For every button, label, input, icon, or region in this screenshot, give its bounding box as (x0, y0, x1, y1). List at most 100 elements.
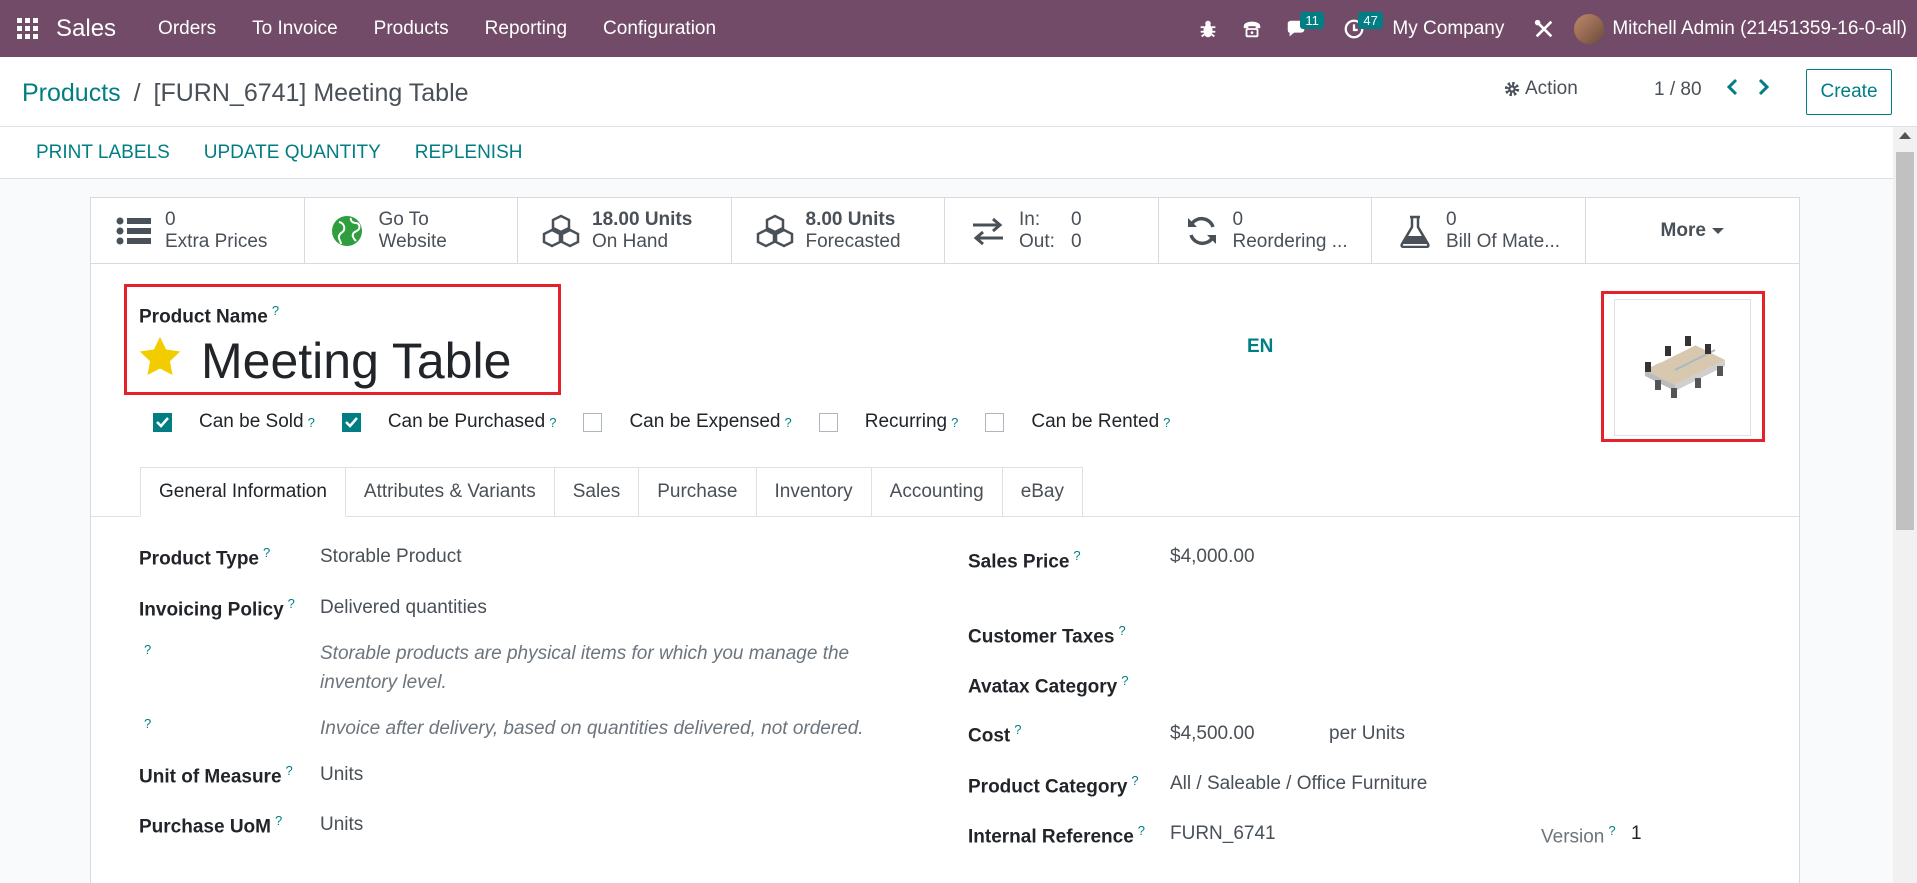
user-avatar[interactable] (1574, 13, 1605, 44)
help-tooltip-icon[interactable]: ? (1014, 722, 1021, 737)
can-be-expensed-checkbox[interactable] (583, 412, 603, 432)
pager-next-icon[interactable] (1752, 75, 1776, 99)
sales-price-label-text: Sales Price (968, 551, 1070, 573)
help-tooltip-icon[interactable]: ? (785, 415, 792, 430)
bill-of-materials-button[interactable]: 0 Bill Of Mate... (1372, 198, 1586, 264)
company-switcher[interactable]: My Company (1392, 18, 1504, 40)
help-tooltip-icon[interactable]: ? (288, 596, 295, 611)
menu-configuration[interactable]: Configuration (585, 18, 734, 40)
tab-general-information[interactable]: General Information (140, 467, 346, 517)
tab-purchase[interactable]: Purchase (639, 467, 757, 517)
can-be-purchased-checkbox[interactable] (341, 412, 361, 432)
help-tooltip-icon[interactable]: ? (144, 642, 151, 657)
forecasted-button[interactable]: 8.00 Units Forecasted (732, 198, 945, 264)
can-be-expensed-option[interactable]: Can be Expensed? (583, 411, 792, 433)
help-tooltip-icon[interactable]: ? (951, 415, 958, 430)
update-quantity-button[interactable]: UPDATE QUANTITY (187, 142, 398, 164)
customer-taxes-label-text: Customer Taxes (968, 626, 1115, 648)
help-tooltip-icon[interactable]: ? (308, 415, 315, 430)
breadcrumb-current: [FURN_6741] Meeting Table (153, 79, 469, 107)
pager-value[interactable]: 1 / 80 (1654, 79, 1702, 101)
phone-icon[interactable] (1230, 0, 1274, 57)
internal-reference-field[interactable]: FURN_6741 (1170, 823, 1276, 845)
recurring-checkbox[interactable] (818, 412, 838, 432)
sales-price-field[interactable]: $4,000.00 (1170, 546, 1255, 568)
tab-inventory[interactable]: Inventory (756, 467, 872, 517)
help-tooltip-icon[interactable]: ? (286, 763, 293, 778)
extra-prices-label: Extra Prices (165, 231, 268, 252)
on-hand-button[interactable]: 18.00 Units On Hand (518, 198, 732, 264)
form-sheet: 0 Extra Prices Go To Website 18.00 Units On… (90, 197, 1800, 883)
unit-of-measure-field[interactable]: Units (320, 764, 363, 786)
product-category-field[interactable]: All / Saleable / Office Furniture (1170, 773, 1427, 795)
help-tooltip-icon[interactable]: ? (1131, 773, 1138, 788)
messages-icon[interactable]: 11 (1274, 0, 1324, 57)
can-be-sold-option[interactable]: Can be Sold? (153, 411, 315, 433)
product-name-label-text: Product Name (139, 306, 268, 328)
menu-products[interactable]: Products (356, 18, 467, 40)
language-toggle[interactable]: EN (1247, 336, 1273, 358)
pager-previous-icon[interactable] (1720, 75, 1744, 99)
menu-to-invoice[interactable]: To Invoice (234, 18, 356, 40)
help-tooltip-icon[interactable]: ? (144, 716, 151, 731)
replenish-button[interactable]: REPLENISH (398, 142, 540, 164)
tab-accounting[interactable]: Accounting (871, 467, 1003, 517)
help-tooltip-icon[interactable]: ? (275, 813, 282, 828)
favorite-star-icon[interactable] (137, 334, 183, 380)
app-brand[interactable]: Sales (56, 15, 116, 43)
can-be-purchased-label: Can be Purchased (387, 411, 546, 432)
invoicing-policy-label: Invoicing Policy? (139, 596, 295, 621)
can-be-rented-checkbox[interactable] (985, 412, 1005, 432)
can-be-purchased-option[interactable]: Can be Purchased? (341, 411, 556, 433)
in-out-button[interactable]: In: 0 Out: 0 (945, 198, 1159, 264)
purchase-uom-field[interactable]: Units (320, 814, 363, 836)
tab-attributes-variants[interactable]: Attributes & Variants (345, 467, 555, 517)
help-tooltip-icon[interactable]: ? (549, 415, 556, 430)
help-tooltip-icon[interactable]: ? (1163, 415, 1170, 430)
menu-orders[interactable]: Orders (140, 18, 234, 40)
on-hand-label: On Hand (592, 231, 669, 252)
breadcrumb-products-link[interactable]: Products (22, 79, 121, 107)
can-be-rented-option[interactable]: Can be Rented? (985, 411, 1170, 433)
user-menu[interactable]: Mitchell Admin (21451359-16-0-all) (1612, 18, 1907, 40)
product-type-help-line-2: inventory level. (320, 672, 447, 693)
can-be-sold-checkbox[interactable] (153, 412, 172, 432)
scrollbar-thumb[interactable] (1896, 152, 1914, 530)
help-tooltip-icon[interactable]: ? (1138, 823, 1145, 838)
reordering-button[interactable]: 0 Reordering ... (1159, 198, 1372, 264)
tools-icon[interactable] (1522, 0, 1566, 57)
on-hand-value: 18.00 Units (592, 209, 693, 230)
cost-label: Cost? (968, 722, 1021, 747)
help-tooltip-icon[interactable]: ? (1121, 673, 1128, 688)
product-image[interactable] (1614, 299, 1751, 436)
can-be-rented-label: Can be Rented (1031, 411, 1160, 432)
create-button[interactable]: Create (1806, 69, 1892, 115)
print-labels-button[interactable]: PRINT LABELS (19, 142, 187, 164)
extra-prices-button[interactable]: 0 Extra Prices (91, 198, 305, 264)
scroll-up-arrow[interactable] (1899, 132, 1911, 139)
more-dropdown[interactable]: More (1586, 198, 1800, 264)
help-tooltip-icon[interactable]: ? (263, 545, 270, 560)
breadcrumb-separator: / (133, 79, 141, 107)
action-button[interactable]: Action (1503, 78, 1578, 100)
bug-icon[interactable] (1186, 0, 1230, 57)
help-tooltip-icon[interactable]: ? (1608, 823, 1615, 838)
product-type-field[interactable]: Storable Product (320, 546, 462, 568)
help-tooltip-icon[interactable]: ? (1118, 623, 1125, 638)
help-tooltip-icon[interactable]: ? (1073, 548, 1080, 563)
activities-clock-icon[interactable]: 47 (1332, 0, 1383, 57)
sales-price-label: Sales Price? (968, 548, 1081, 573)
product-category-label: Product Category? (968, 773, 1139, 798)
recurring-option[interactable]: Recurring? (818, 411, 958, 433)
product-name-field[interactable]: Meeting Table (201, 332, 511, 390)
go-to-website-button[interactable]: Go To Website (305, 198, 518, 264)
tab-sales[interactable]: Sales (554, 467, 640, 517)
cost-field[interactable]: $4,500.00 (1170, 723, 1255, 745)
out-label: Out: (1019, 231, 1055, 252)
tab-ebay[interactable]: eBay (1002, 467, 1083, 517)
apps-menu-icon[interactable] (2, 0, 52, 57)
invoicing-policy-field[interactable]: Delivered quantities (320, 597, 487, 619)
menu-reporting[interactable]: Reporting (467, 18, 585, 40)
version-field[interactable]: 1 (1631, 823, 1642, 845)
help-tooltip-icon[interactable]: ? (272, 303, 279, 318)
